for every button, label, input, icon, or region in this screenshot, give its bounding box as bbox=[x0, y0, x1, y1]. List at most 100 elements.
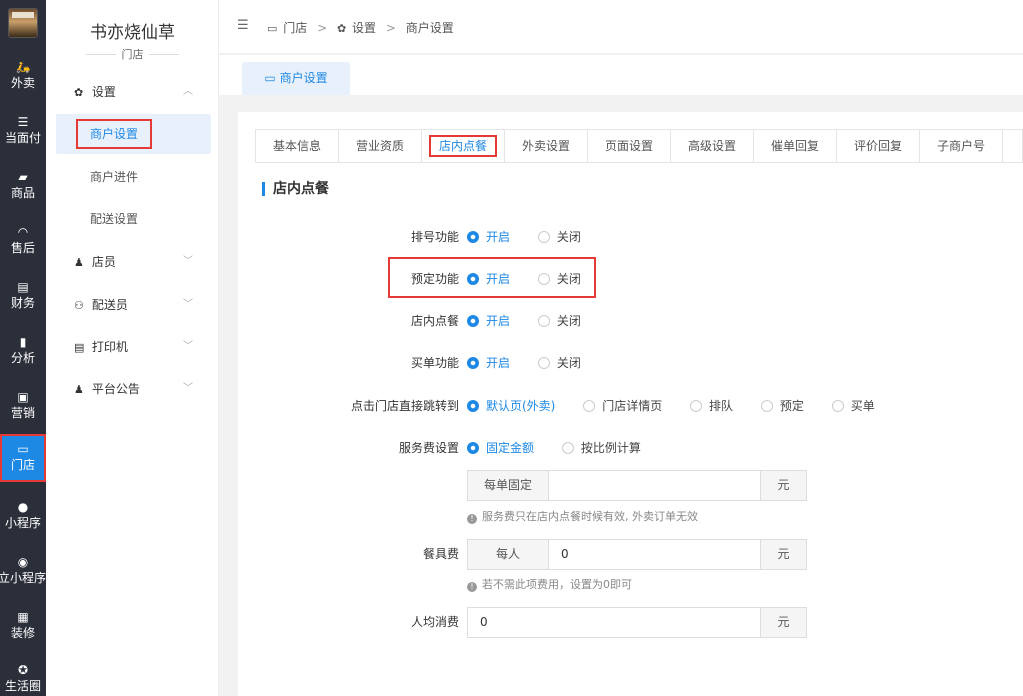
chevron-down-icon: ﹀ bbox=[183, 383, 193, 394]
store-icon: ▭ bbox=[264, 71, 280, 85]
avg-spend-unit: 元 bbox=[760, 608, 806, 637]
reserve-off-radio[interactable]: 关闭 bbox=[537, 268, 581, 290]
tableware-fee-input[interactable]: 0 bbox=[549, 540, 760, 569]
chevron-down-icon: ﹀ bbox=[183, 341, 193, 352]
scooter-icon: ⚇ bbox=[74, 299, 84, 312]
breadcrumb-settings[interactable]: 设置 bbox=[352, 21, 376, 35]
queue-setting-row: 排号功能 开启 关闭 bbox=[238, 226, 1023, 248]
breadcrumb: ▭ 门店 > ✿ 设置 > 商户设置 bbox=[267, 21, 454, 35]
users-icon: ♟ bbox=[74, 256, 84, 269]
settings-card: 基本信息 营业资质 店内点餐 外卖设置 页面设置 高级设置 催单回复 评价回复 … bbox=[238, 112, 1023, 696]
checkout-on-radio[interactable]: 开启 bbox=[467, 352, 510, 374]
jump-reserve-radio[interactable]: 预定 bbox=[760, 395, 804, 417]
circle-icon: ✪ bbox=[17, 663, 29, 677]
rail-item-marketing[interactable]: ▣ 营销 bbox=[0, 382, 46, 428]
dine-in-on-radio[interactable]: 开启 bbox=[467, 310, 510, 332]
store-name: 书亦烧仙草 bbox=[90, 23, 175, 43]
page-tab-strip: ▭ 商户设置 bbox=[219, 55, 1023, 95]
scooter-icon: 🛵 bbox=[15, 60, 31, 74]
sidebar-group-notice[interactable]: ♟ 平台公告 ﹀ bbox=[46, 372, 219, 406]
tab-takeout[interactable]: 外卖设置 bbox=[505, 130, 588, 162]
store-sidebar: 书亦烧仙草 门店 ✿ 设置 ︿ 商户设置 商户进件 配送设置 ♟ 店员 ﹀ ⚇ … bbox=[46, 0, 219, 696]
tableware-fee-hint: ! 若不需此项费用，设置为0即可 bbox=[467, 576, 632, 592]
rail-item-aftersale[interactable]: ◠ 售后 bbox=[0, 217, 46, 263]
service-fee-input-group: 每单固定 元 bbox=[467, 470, 807, 501]
rail-item-miniprogram[interactable]: ● 小程序 bbox=[0, 492, 46, 538]
dine-in-off-radio[interactable]: 关闭 bbox=[537, 310, 581, 332]
jump-queue-radio[interactable]: 排队 bbox=[690, 395, 733, 417]
breadcrumb-store[interactable]: 门店 bbox=[283, 21, 307, 35]
page-tab-merchant-settings[interactable]: ▭ 商户设置 bbox=[242, 62, 350, 95]
tab-dine-in[interactable]: 店内点餐 bbox=[422, 130, 505, 162]
jump-target-row: 点击门店直接跳转到 默认页(外卖) 门店详情页 排队 预定 买单 bbox=[238, 395, 1023, 417]
sidebar-group-courier[interactable]: ⚇ 配送员 ﹀ bbox=[46, 288, 219, 322]
service-fee-prefix: 每单固定 bbox=[468, 471, 549, 500]
jump-store-detail-radio[interactable]: 门店详情页 bbox=[583, 395, 662, 417]
breadcrumb-current: 商户设置 bbox=[405, 21, 454, 35]
queue-off-radio[interactable]: 关闭 bbox=[537, 226, 581, 248]
reserve-on-radio[interactable]: 开启 bbox=[467, 268, 510, 290]
tab-sub-merchant[interactable]: 子商户号 bbox=[920, 130, 1003, 162]
menu-collapse-icon[interactable]: ☰ bbox=[237, 18, 249, 33]
dine-in-setting-row: 店内点餐 开启 关闭 bbox=[238, 310, 1023, 332]
service-fee-input[interactable] bbox=[549, 471, 760, 500]
list-icon: ☰ bbox=[17, 115, 29, 129]
sidebar-item-merchant-entry[interactable]: 商户进件 bbox=[56, 157, 211, 197]
store-subtitle: 门店 bbox=[46, 46, 219, 62]
sidebar-item-delivery-settings[interactable]: 配送设置 bbox=[56, 199, 211, 239]
tableware-fee-unit: 元 bbox=[760, 540, 806, 569]
sidebar-group-settings[interactable]: ✿ 设置 ︿ bbox=[46, 75, 219, 109]
headset-icon: ◠ bbox=[17, 225, 29, 239]
sidebar-item-merchant-settings[interactable]: 商户设置 bbox=[56, 114, 211, 154]
tab-qualification[interactable]: 营业资质 bbox=[339, 130, 422, 162]
settings-tabs: 基本信息 营业资质 店内点餐 外卖设置 页面设置 高级设置 催单回复 评价回复 … bbox=[255, 129, 1023, 163]
tab-page[interactable]: 页面设置 bbox=[588, 130, 671, 162]
announcement-icon: ♟ bbox=[74, 383, 84, 396]
tableware-fee-prefix: 每人 bbox=[468, 540, 549, 569]
rail-item-decoration[interactable]: ▦ 装修 bbox=[0, 602, 46, 648]
tab-urge-reply[interactable]: 催单回复 bbox=[754, 130, 837, 162]
tab-advanced[interactable]: 高级设置 bbox=[671, 130, 754, 162]
service-fee-ratio-radio[interactable]: 按比例计算 bbox=[561, 437, 641, 459]
info-icon: ! bbox=[467, 514, 477, 524]
store-icon: ▭ bbox=[17, 442, 29, 456]
sidebar-group-printer[interactable]: ▤ 打印机 ﹀ bbox=[46, 330, 219, 364]
jump-default-radio[interactable]: 默认页(外卖) bbox=[467, 395, 555, 417]
rail-item-finance[interactable]: ▤ 财务 bbox=[0, 272, 46, 318]
rail-item-store[interactable]: ▭ 门店 bbox=[0, 434, 46, 482]
queue-on-radio[interactable]: 开启 bbox=[467, 226, 510, 248]
service-fee-unit: 元 bbox=[760, 471, 806, 500]
service-fee-row: 服务费设置 固定金额 按比例计算 bbox=[238, 437, 1023, 459]
tableware-fee-input-group: 每人 0 元 bbox=[467, 539, 807, 570]
avg-spend-input-group: 0 元 bbox=[467, 607, 807, 638]
tab-basic-info[interactable]: 基本信息 bbox=[256, 130, 339, 162]
finance-icon: ▤ bbox=[17, 280, 29, 294]
service-fee-hint: ! 服务费只在店内点餐时候有效, 外卖订单无效 bbox=[467, 508, 698, 524]
section-title: 店内点餐 bbox=[262, 182, 329, 196]
printer-icon: ▤ bbox=[74, 341, 85, 354]
store-logo[interactable] bbox=[8, 8, 38, 38]
tab-review-reply[interactable]: 评价回复 bbox=[837, 130, 920, 162]
wechat-icon: ● bbox=[17, 500, 29, 514]
sidebar-group-staff[interactable]: ♟ 店员 ﹀ bbox=[46, 245, 219, 279]
top-bar: ☰ ▭ 门店 > ✿ 设置 > 商户设置 bbox=[219, 0, 1023, 54]
service-fee-fixed-radio[interactable]: 固定金额 bbox=[467, 437, 534, 459]
bag-icon: ▰ bbox=[18, 170, 28, 184]
chevron-up-icon: ︿ bbox=[183, 86, 193, 97]
rail-item-analysis[interactable]: ▮ 分析 bbox=[0, 327, 46, 373]
rail-item-goods[interactable]: ▰ 商品 bbox=[0, 162, 46, 208]
chevron-down-icon: ﹀ bbox=[183, 299, 193, 310]
shop-decor-icon: ▦ bbox=[17, 610, 29, 624]
rail-item-life-circle[interactable]: ✪ 生活圈 bbox=[0, 655, 46, 696]
rail-item-takeout[interactable]: 🛵 外卖 bbox=[0, 52, 46, 98]
main-nav-rail: 🛵 外卖 ☰ 当面付 ▰ 商品 ◠ 售后 ▤ 财务 ▮ 分析 ▣ 营销 ▭ 门店… bbox=[0, 0, 46, 696]
gift-icon: ▣ bbox=[17, 390, 29, 404]
avg-spend-input[interactable]: 0 bbox=[468, 608, 760, 637]
checkout-setting-row: 买单功能 开启 关闭 bbox=[238, 352, 1023, 374]
jump-checkout-radio[interactable]: 买单 bbox=[831, 395, 875, 417]
rail-item-face-pay[interactable]: ☰ 当面付 bbox=[0, 107, 46, 153]
reserve-setting-row: 预定功能 开启 关闭 bbox=[238, 268, 1023, 290]
rail-item-standalone-miniprogram[interactable]: ◉ 独立小程序 bbox=[0, 547, 46, 593]
checkout-off-radio[interactable]: 关闭 bbox=[537, 352, 581, 374]
info-icon: ! bbox=[467, 582, 477, 592]
